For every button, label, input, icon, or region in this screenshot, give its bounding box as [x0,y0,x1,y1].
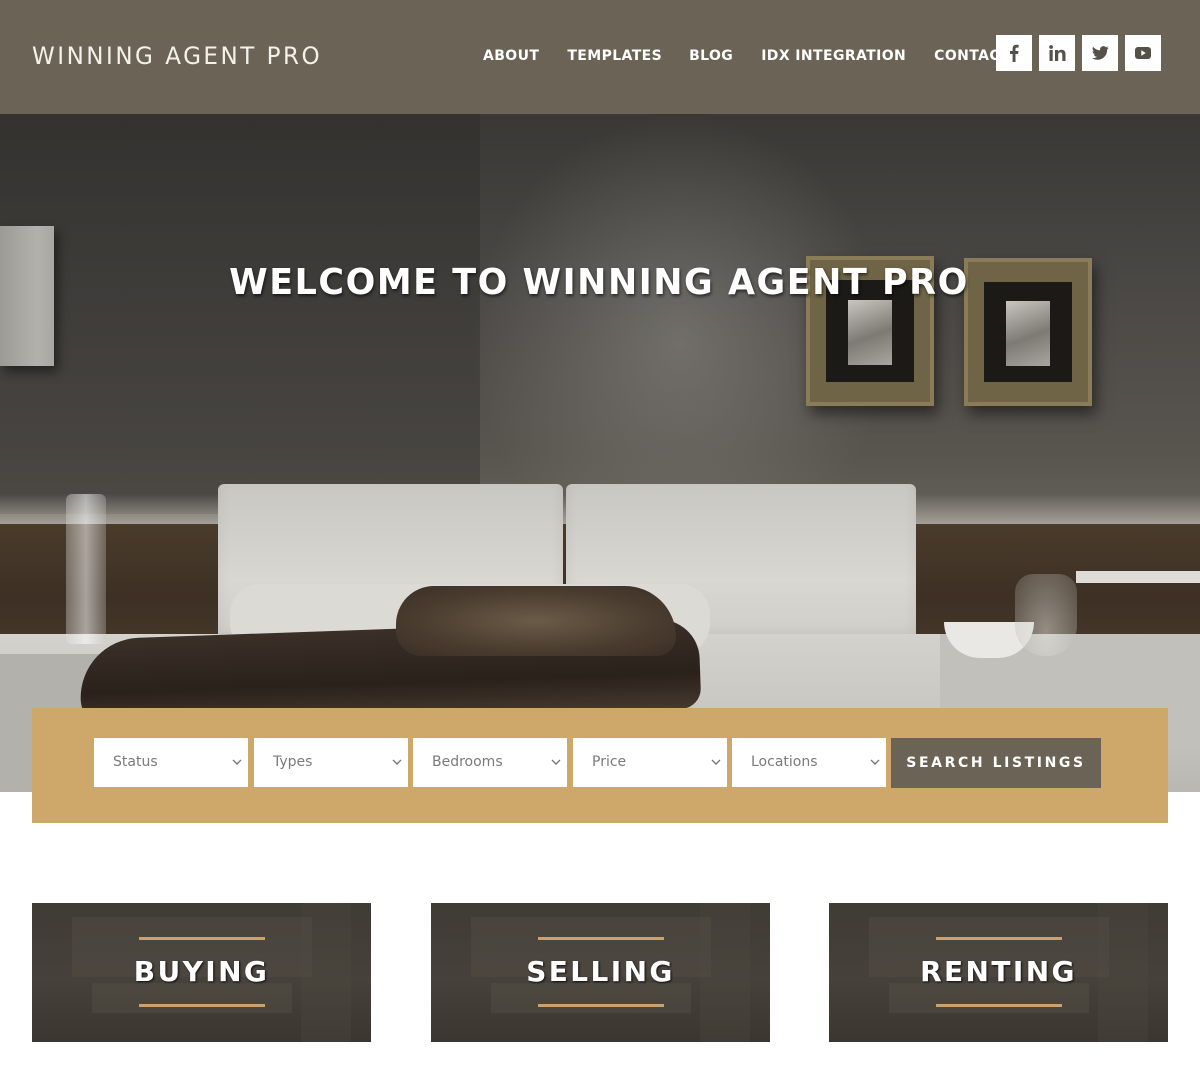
nav-idx-integration[interactable]: IDX INTEGRATION [761,46,906,66]
price-select[interactable]: Price [573,738,727,787]
status-select[interactable]: Status [94,738,248,787]
twitter-button[interactable] [1082,35,1118,71]
listing-search-bar: Status Types Bedrooms Price Locations SE… [32,708,1168,823]
main-nav: ABOUT TEMPLATES BLOG IDX INTEGRATION CON… [483,46,1010,66]
nav-about[interactable]: ABOUT [483,46,539,66]
hero-shelf [1076,571,1200,583]
card-divider-bottom [537,1004,664,1007]
hero-banner: WELCOME TO WINNING AGENT PRO [0,114,1200,792]
hero-carafe [1015,574,1077,656]
locations-select-value: Locations [751,754,818,770]
locations-select[interactable]: Locations [732,738,886,787]
facebook-button[interactable] [996,35,1032,71]
renting-card[interactable]: RENTING [829,903,1168,1042]
search-listings-button[interactable]: SEARCH LISTINGS [891,738,1101,788]
hero-fur-pillow [396,586,676,656]
chevron-down-icon [870,759,880,765]
site-title[interactable]: WINNING AGENT PRO [32,40,322,72]
hero-vase [66,494,106,644]
linkedin-icon [1048,45,1066,61]
selling-card[interactable]: SELLING [431,903,770,1042]
price-select-value: Price [592,754,627,770]
card-divider-top [537,937,664,940]
youtube-icon [1135,47,1151,59]
status-select-value: Status [113,754,158,770]
twitter-icon [1091,46,1109,60]
renting-card-label: RENTING [920,955,1077,988]
types-select-value: Types [273,754,313,770]
facebook-icon [1009,44,1019,62]
card-divider-bottom [935,1004,1062,1007]
chevron-down-icon [551,759,561,765]
chevron-down-icon [711,759,721,765]
card-divider-top [935,937,1062,940]
youtube-button[interactable] [1125,35,1161,71]
bedrooms-select[interactable]: Bedrooms [413,738,567,787]
chevron-down-icon [232,759,242,765]
bedrooms-select-value: Bedrooms [432,754,503,770]
hero-title: WELCOME TO WINNING AGENT PRO [229,262,969,303]
site-header: WINNING AGENT PRO ABOUT TEMPLATES BLOG I… [0,0,1200,114]
buying-card-label: BUYING [133,955,270,988]
selling-card-label: SELLING [526,955,675,988]
nav-templates[interactable]: TEMPLATES [567,46,662,66]
buying-card[interactable]: BUYING [32,903,371,1042]
types-select[interactable]: Types [254,738,408,787]
hero-wall-shadow [0,114,480,514]
nav-blog[interactable]: BLOG [689,46,733,66]
card-divider-top [138,937,265,940]
card-divider-bottom [138,1004,265,1007]
linkedin-button[interactable] [1039,35,1075,71]
chevron-down-icon [392,759,402,765]
social-links [996,35,1168,71]
